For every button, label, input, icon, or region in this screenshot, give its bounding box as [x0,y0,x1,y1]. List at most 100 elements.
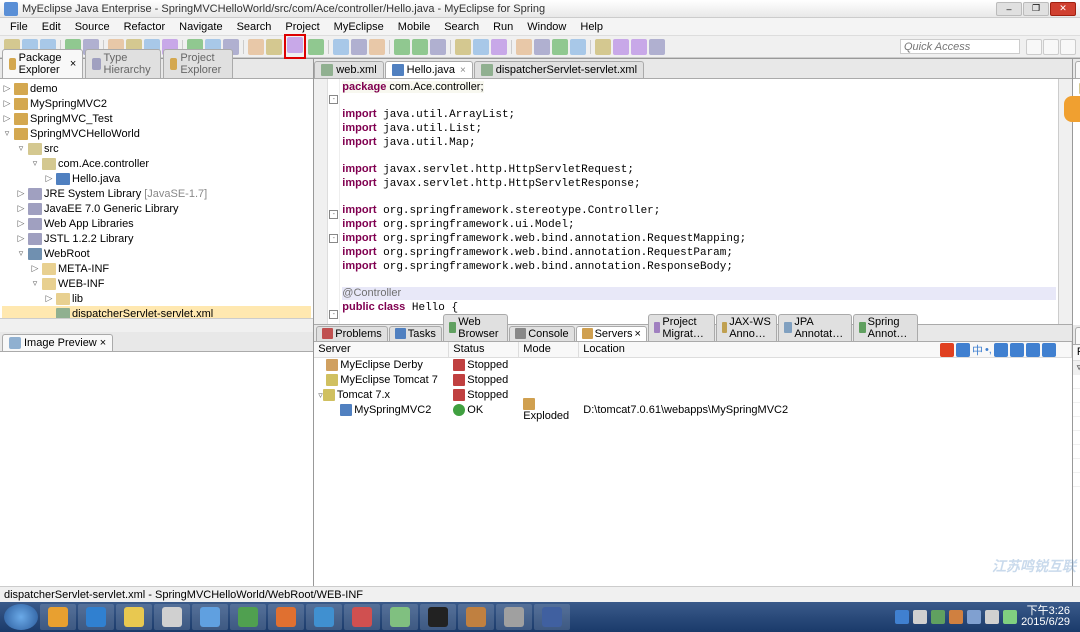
menu-edit[interactable]: Edit [36,20,67,34]
tray-icon[interactable] [895,610,909,624]
tray-icon[interactable] [949,610,963,624]
tab-spring-annotations[interactable]: Spring Annot… [853,314,918,341]
tab-console[interactable]: Console [509,326,574,341]
side-notification-badge[interactable] [1064,96,1080,122]
view-menu-icon[interactable] [267,64,281,78]
toggle-breadcrumb-icon[interactable] [516,39,532,55]
view-menu-icon[interactable] [267,337,281,351]
ime-person-icon[interactable] [1026,343,1040,357]
tool-icon[interactable] [248,39,264,55]
close-icon[interactable]: × [460,65,466,76]
java-perspective-icon[interactable] [1043,39,1059,55]
package-explorer-tree[interactable]: ▷demo ▷MySpringMVC2 ▷SpringMVC_Test ▿Spr… [0,79,313,318]
refresh-icon[interactable] [351,39,367,55]
maximize-editor-icon[interactable] [1056,64,1070,78]
menu-run[interactable]: Run [487,20,519,34]
quick-access-input[interactable] [900,39,1020,54]
tab-jaxws[interactable]: JAX-WS Anno… [716,314,778,341]
tab-project-explorer[interactable]: Project Explorer [163,49,233,78]
pin-icon[interactable] [595,39,611,55]
system-tray[interactable]: 下午3:26 2015/6/29 [895,606,1076,628]
deploy-icon[interactable] [287,37,303,53]
tray-network-icon[interactable] [1003,610,1017,624]
close-icon[interactable]: × [70,58,76,70]
code-editor[interactable]: - - - - package com.Ace.controller; impo… [314,79,1072,324]
close-icon[interactable]: × [100,337,106,349]
menu-file[interactable]: File [4,20,34,34]
menu-search[interactable]: Search [231,20,278,34]
sync-icon[interactable] [333,39,349,55]
tab-web-browser[interactable]: Web Browser [443,314,508,341]
tray-volume-icon[interactable] [985,610,999,624]
tool2-icon[interactable] [266,39,282,55]
new-project-icon[interactable] [455,39,471,55]
nav-fwd-icon[interactable] [631,39,647,55]
open-type-icon[interactable] [473,39,489,55]
server-icon[interactable] [308,39,324,55]
tray-icon[interactable] [931,610,945,624]
tab-hello-java[interactable]: Hello.java× [385,61,473,78]
tab-type-hierarchy[interactable]: Type Hierarchy [85,49,161,78]
menu-navigate[interactable]: Navigate [173,20,228,34]
tray-icon[interactable] [913,610,927,624]
minimize-view-icon[interactable] [282,64,296,78]
menu-myeclipse[interactable]: MyEclipse [328,20,390,34]
server-debug-icon[interactable] [936,327,950,341]
code-area[interactable]: package com.Ace.controller; import java.… [340,79,1058,324]
close-button[interactable]: ✕ [1050,2,1076,16]
minimize-button[interactable]: – [996,2,1022,16]
ime-emoji-icon[interactable] [1010,343,1024,357]
tab-image-preview[interactable]: Image Preview× [2,334,113,351]
block-selection-icon[interactable] [552,39,568,55]
server-row[interactable]: ▿Tomcat 7.xStopped [314,388,1072,403]
menu-project[interactable]: Project [279,20,325,34]
floating-ime-toolbar[interactable]: 中 •, [940,342,1056,358]
link-editor-icon[interactable] [252,64,266,78]
open-perspective-icon[interactable] [1026,39,1042,55]
server-publish-icon[interactable] [981,327,995,341]
tab-problems[interactable]: Problems [316,326,387,341]
tab-dispatcher-xml[interactable]: dispatcherServlet-servlet.xml [474,61,644,78]
maximize-view-icon[interactable] [297,64,311,78]
restore-button[interactable]: ❐ [1023,2,1049,16]
minimize-view-icon[interactable] [282,337,296,351]
tab-project-migration[interactable]: Project Migrat… [648,314,715,341]
refresh-icon[interactable] [252,337,266,351]
servers-view[interactable]: Server Status Mode Location MyEclipse De… [314,342,1072,587]
menu-refactor[interactable]: Refactor [118,20,172,34]
zoom-actual-icon[interactable] [237,337,251,351]
last-edit-icon[interactable] [649,39,665,55]
server-clean-icon[interactable] [996,327,1010,341]
search-icon[interactable] [491,39,507,55]
properties-view[interactable]: PropertyValue ▿Info derivedfalse editabl… [1073,345,1080,587]
menu-search2[interactable]: Search [438,20,485,34]
menu-mobile[interactable]: Mobile [392,20,436,34]
close-icon[interactable]: × [635,328,641,340]
view-menu-icon[interactable] [1026,327,1040,341]
server-row[interactable]: MySpringMVC2OKExplodedD:\tomcat7.0.61\we… [314,403,1072,418]
nav-back-icon[interactable] [613,39,629,55]
run-last-icon[interactable] [412,39,428,55]
ime-moon-icon[interactable] [956,343,970,357]
server-stop-icon[interactable] [951,327,965,341]
debug-perspective-icon[interactable] [1060,39,1076,55]
tab-outline[interactable]: Outline× [1075,61,1080,78]
zoom-fit-icon[interactable] [222,337,236,351]
show-whitespace-icon[interactable] [570,39,586,55]
zoom-out-icon[interactable] [207,337,221,351]
ime-settings-icon[interactable] [1042,343,1056,357]
tray-icon[interactable] [967,610,981,624]
tab-properties[interactable]: Properties× [1075,327,1080,344]
tab-jpa[interactable]: JPA Annotat… [778,314,852,341]
collapse-all-icon[interactable] [237,64,251,78]
menu-window[interactable]: Window [521,20,572,34]
run-icon[interactable] [394,39,410,55]
server-row[interactable]: MyEclipse Tomcat 7Stopped [314,373,1072,388]
tab-servers[interactable]: Servers× [576,326,647,341]
maximize-view-icon[interactable] [1056,327,1070,341]
debug2-icon[interactable] [430,39,446,55]
server-row[interactable]: MyEclipse DerbyStopped [314,358,1072,373]
ime-keyboard-icon[interactable] [994,343,1008,357]
zoom-in-icon[interactable] [192,337,206,351]
server-restart-icon[interactable] [966,327,980,341]
